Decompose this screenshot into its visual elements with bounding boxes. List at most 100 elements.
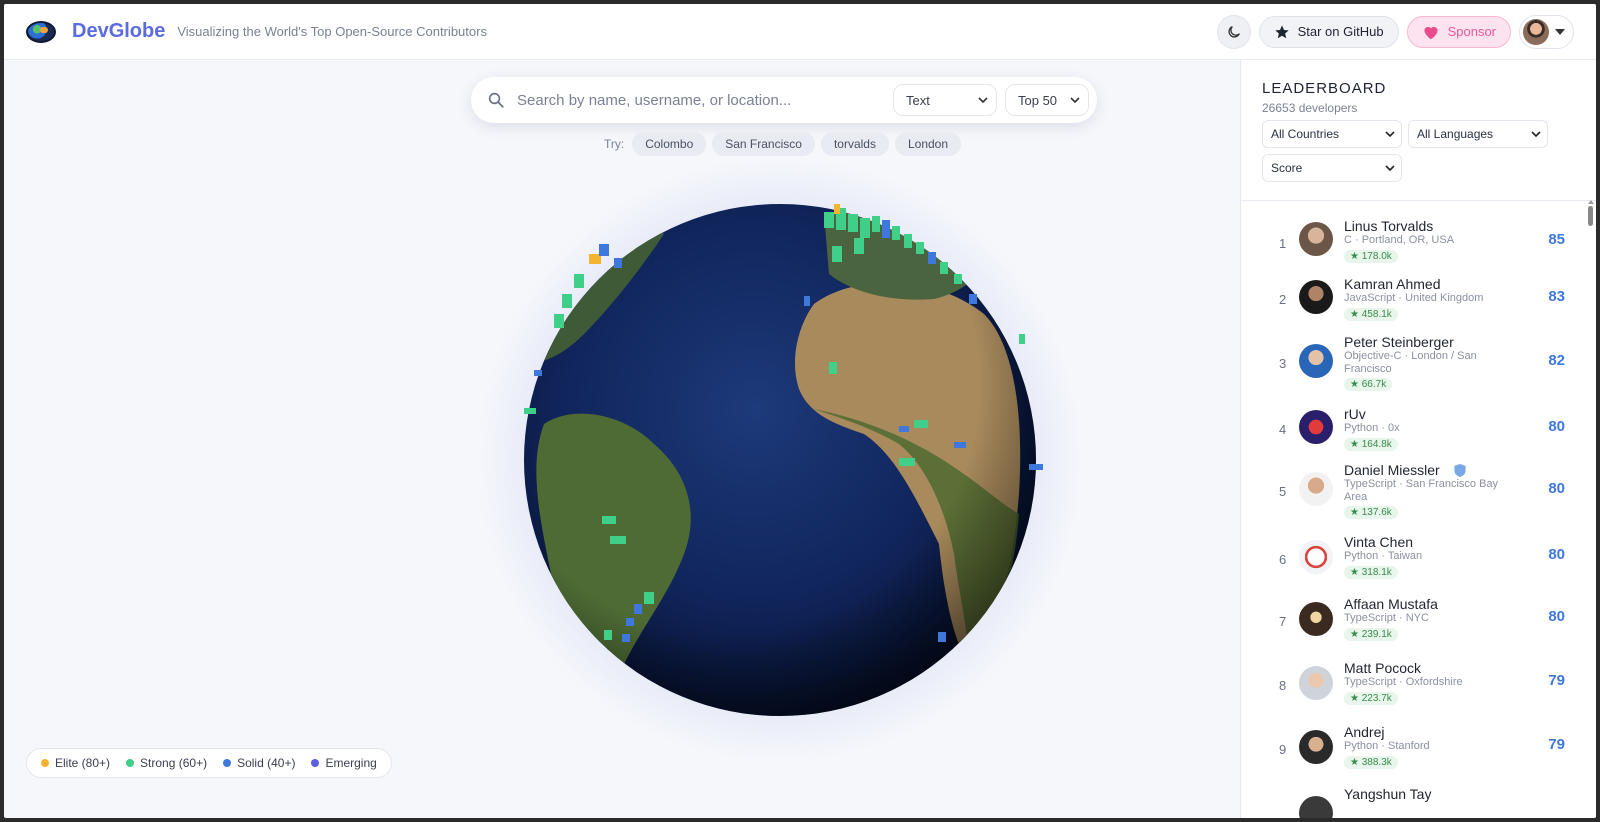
legend-label: Strong (60+): [140, 756, 208, 770]
globe-visualization[interactable]: [474, 154, 1086, 766]
chevron-down-icon: [1531, 131, 1541, 138]
developer-score: 83: [1548, 288, 1565, 305]
result-limit-select[interactable]: Top 50: [1005, 84, 1089, 116]
chevron-down-icon: [1070, 97, 1080, 104]
leaderboard-row[interactable]: 2 Kamran Ahmed JavaScript · United Kingd…: [1241, 272, 1581, 330]
rank-number: 3: [1279, 356, 1287, 371]
top-header: DevGlobe Visualizing the World's Top Ope…: [4, 4, 1596, 60]
developer-score: 85: [1548, 231, 1565, 248]
developer-name: Linus Torvalds: [1344, 218, 1434, 234]
developer-avatar: [1299, 280, 1333, 314]
developer-avatar: [1299, 540, 1333, 574]
developer-meta: Python · Stanford: [1344, 740, 1430, 752]
developer-name: Andrej: [1344, 724, 1385, 740]
search-input[interactable]: [517, 91, 885, 109]
legend-dot: [41, 759, 49, 767]
developer-meta: TypeScript · Oxfordshire: [1344, 676, 1463, 688]
legend-label: Emerging: [325, 756, 377, 770]
stars-badge: ★ 458.1k: [1344, 308, 1398, 321]
developer-score: 80: [1548, 480, 1565, 497]
legend-dot: [126, 759, 135, 767]
developer-score: 79: [1548, 736, 1565, 753]
developer-meta: Objective-C · London / San Francisco: [1344, 350, 1477, 375]
developer-meta: TypeScript · NYC: [1344, 612, 1429, 624]
legend-elite: Elite (80+): [41, 756, 110, 770]
developer-name: Daniel Miessler: [1344, 462, 1440, 478]
leaderboard-row[interactable]: 5 Daniel Miessler TypeScript · San Franc…: [1241, 458, 1581, 530]
developer-meta: Python · 0x: [1344, 422, 1400, 434]
suggestion-chip[interactable]: San Francisco: [712, 132, 815, 156]
legend-strong: Strong (60+): [126, 756, 207, 770]
developer-score: 79: [1548, 672, 1565, 689]
scroll-up-arrow[interactable]: [1588, 200, 1594, 204]
developer-meta: C · Portland, OR, USA: [1344, 234, 1455, 246]
leaderboard-row[interactable]: 6 Vinta Chen Python · Taiwan ★ 318.1k 80: [1241, 530, 1581, 592]
developer-name: Yangshun Tay: [1344, 786, 1432, 802]
developer-name: Affaan Mustafa: [1344, 596, 1438, 612]
sponsor-button-label: Sponsor: [1447, 24, 1496, 39]
stars-badge: ★ 178.0k: [1344, 250, 1398, 263]
country-filter-select[interactable]: All Countries: [1262, 120, 1402, 148]
leaderboard-row[interactable]: 8 Matt Pocock TypeScript · Oxfordshire ★…: [1241, 656, 1581, 720]
developer-score: 80: [1548, 418, 1565, 435]
stars-badge: ★ 66.7k: [1344, 378, 1393, 391]
chevron-down-icon: [978, 97, 988, 104]
suggestion-chip[interactable]: London: [894, 132, 962, 156]
developer-score: 80: [1548, 546, 1565, 563]
developer-meta: JavaScript · United Kingdom: [1344, 292, 1484, 304]
heart-icon: [1424, 26, 1438, 39]
stars-badge: ★ 388.3k: [1344, 756, 1398, 769]
score-legend: Elite (80+) Strong (60+) Solid (40+) Eme…: [26, 748, 392, 778]
sponsor-button[interactable]: Sponsor: [1406, 15, 1511, 48]
developer-meta: Python · Taiwan: [1344, 550, 1423, 562]
brand-name[interactable]: DevGlobe: [72, 20, 165, 43]
developer-count: 26653 developers: [1262, 101, 1358, 115]
search-icon: [488, 92, 504, 108]
stars-badge: ★ 137.6k: [1344, 506, 1398, 519]
legend-label: Elite (80+): [55, 756, 111, 770]
chevron-down-icon: [1385, 131, 1395, 138]
leaderboard-row[interactable]: 3 Peter Steinberger Objective-C · London…: [1241, 330, 1581, 402]
rank-number: 9: [1279, 742, 1287, 757]
legend-emerging: Emerging: [311, 756, 377, 770]
user-menu-button[interactable]: [1519, 14, 1574, 49]
developer-avatar: [1299, 796, 1333, 818]
developer-avatar: [1299, 602, 1333, 636]
leaderboard-row[interactable]: Yangshun Tay: [1241, 782, 1581, 818]
rank-number: 2: [1279, 292, 1287, 307]
stars-badge: ★ 164.8k: [1344, 438, 1398, 451]
star-on-github-button[interactable]: Star on GitHub: [1258, 15, 1399, 48]
language-filter-select[interactable]: All Languages: [1408, 120, 1548, 148]
search-mode-select[interactable]: Text: [893, 84, 997, 116]
developer-meta: TypeScript · San Francisco Bay Area: [1344, 478, 1499, 503]
rank-number: 7: [1279, 614, 1287, 629]
sort-select[interactable]: Score: [1262, 154, 1402, 182]
suggestion-chip[interactable]: Colombo: [632, 132, 707, 156]
suggestions-row: Try: Colombo San Francisco torvalds Lond…: [604, 132, 962, 156]
star-button-label: Star on GitHub: [1297, 24, 1384, 39]
leaderboard-row[interactable]: 4 rUv Python · 0x ★ 164.8k 80: [1241, 402, 1581, 458]
leaderboard-row[interactable]: 7 Affaan Mustafa TypeScript · NYC ★ 239.…: [1241, 592, 1581, 656]
leaderboard-row[interactable]: 9 Andrej Python · Stanford ★ 388.3k 79: [1241, 720, 1581, 782]
leaderboard-scrollbar[interactable]: [1588, 206, 1593, 226]
developer-score: 82: [1548, 352, 1565, 369]
legend-label: Solid (40+): [237, 756, 296, 770]
developer-name: Peter Steinberger: [1344, 334, 1454, 350]
verified-shield-icon: [1454, 464, 1466, 477]
developer-avatar: [1299, 666, 1333, 700]
globe-logo-icon[interactable]: [26, 20, 56, 43]
tagline: Visualizing the World's Top Open-Source …: [177, 24, 487, 39]
globe-canvas[interactable]: [514, 194, 1046, 726]
rank-number: 6: [1279, 552, 1287, 567]
rank-number: 8: [1279, 678, 1287, 693]
developer-avatar: [1299, 344, 1333, 378]
leaderboard-row[interactable]: 1 Linus Torvalds C · Portland, OR, USA ★…: [1241, 208, 1581, 272]
search-bar: Text Top 50: [471, 77, 1097, 123]
leaderboard-title: LEADERBOARD: [1262, 80, 1387, 97]
search-mode-value: Text: [906, 92, 930, 108]
legend-dot: [223, 759, 232, 767]
theme-toggle-button[interactable]: [1216, 14, 1251, 49]
star-icon: [1274, 24, 1289, 38]
suggestion-chip[interactable]: torvalds: [820, 132, 889, 156]
rank-number: 5: [1279, 484, 1287, 499]
